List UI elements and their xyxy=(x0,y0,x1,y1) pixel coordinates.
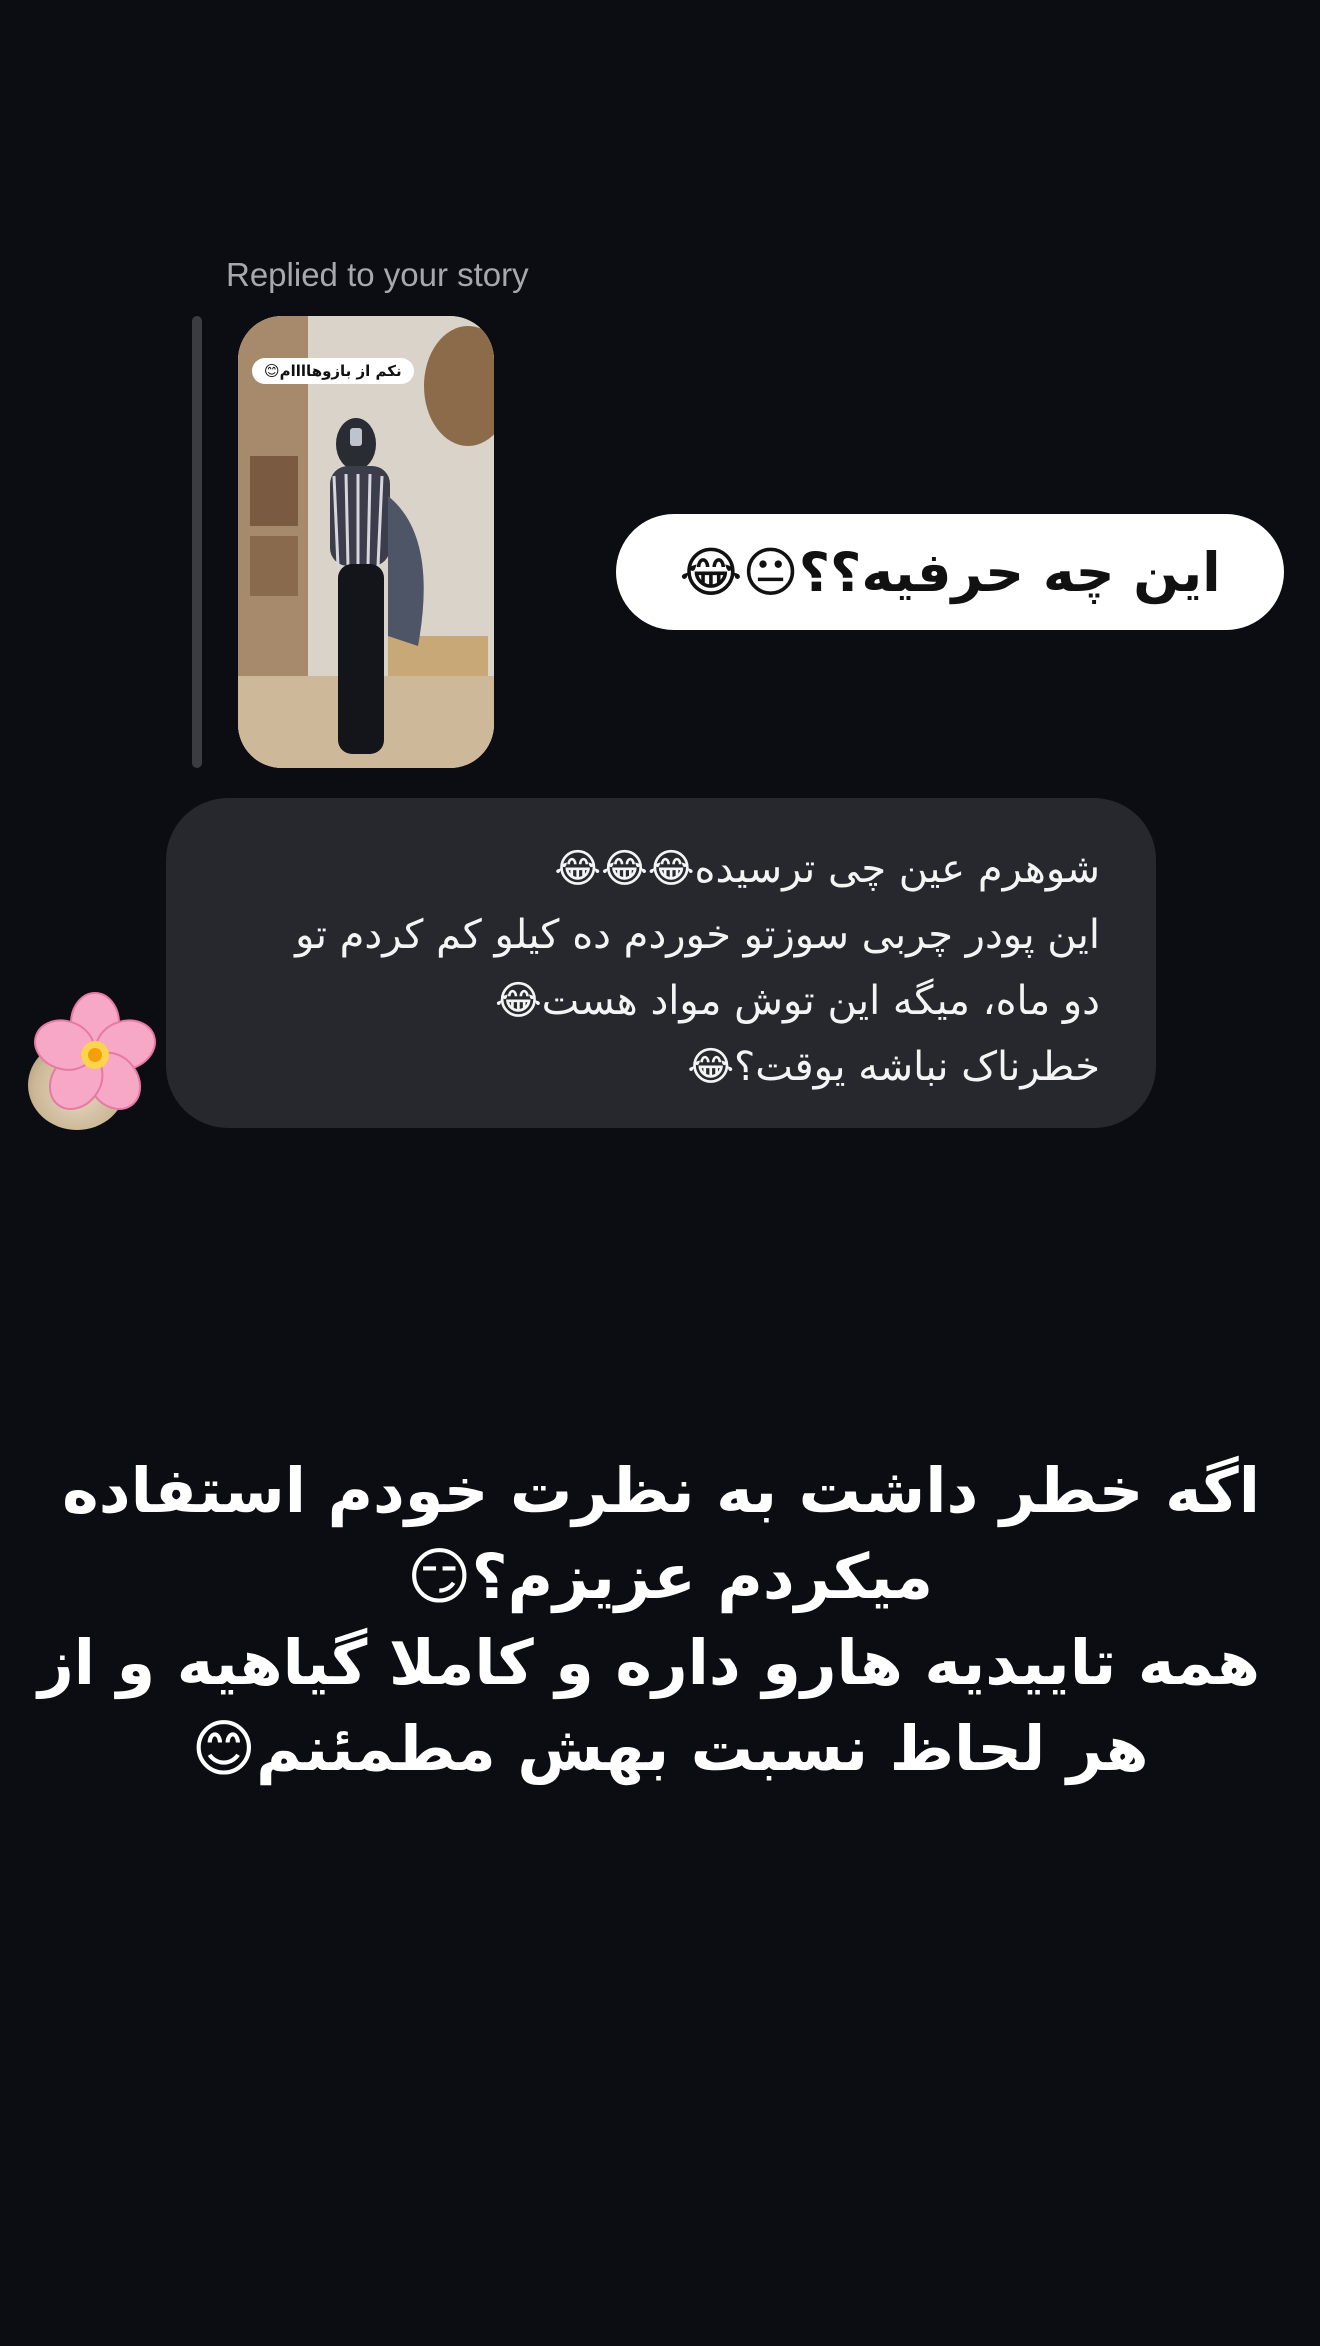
overlay-line: میکردم عزیزم؟😏 xyxy=(407,1540,933,1613)
incoming-message-bubble[interactable]: شوهرم عین چی ترسیده😂😂😂 این پودر چربی سوز… xyxy=(166,798,1156,1128)
sent-message-bubble[interactable]: این چه حرفیه؟؟😐😂 xyxy=(616,514,1284,630)
overlay-line: اگه خطر داشت به نظرت خودم استفاده xyxy=(62,1454,1260,1527)
incoming-message-line: دو ماه، میگه این توش مواد هست😂 xyxy=(494,978,1100,1024)
story-overlay-text: اگه خطر داشت به نظرت خودم استفاده میکردم… xyxy=(38,1448,1260,1792)
reply-indicator-bar xyxy=(192,316,202,768)
incoming-message-line: شوهرم عین چی ترسیده😂😂😂 xyxy=(554,846,1100,892)
incoming-message-line: این پودر چربی سوزتو خوردم ده کیلو کم کرد… xyxy=(295,912,1100,958)
overlay-line: هر لحاظ نسبت بهش مطمئنم😊 xyxy=(191,1712,1149,1785)
overlay-line: همه تاییدیه هارو داره و کاملا گیاهیه و ا… xyxy=(38,1626,1260,1699)
incoming-message-line: خطرناک نباشه یوقت؟😂 xyxy=(687,1044,1100,1090)
reply-caption: Replied to your story xyxy=(226,256,529,293)
story-thumbnail[interactable]: نکم از بازوهاااام😊 xyxy=(238,316,494,768)
story-sticker: نکم از بازوهاااام😊 xyxy=(252,358,414,384)
cherry-blossom-icon xyxy=(34,992,156,1110)
sent-message-text: این چه حرفیه؟؟😐😂 xyxy=(679,540,1221,604)
